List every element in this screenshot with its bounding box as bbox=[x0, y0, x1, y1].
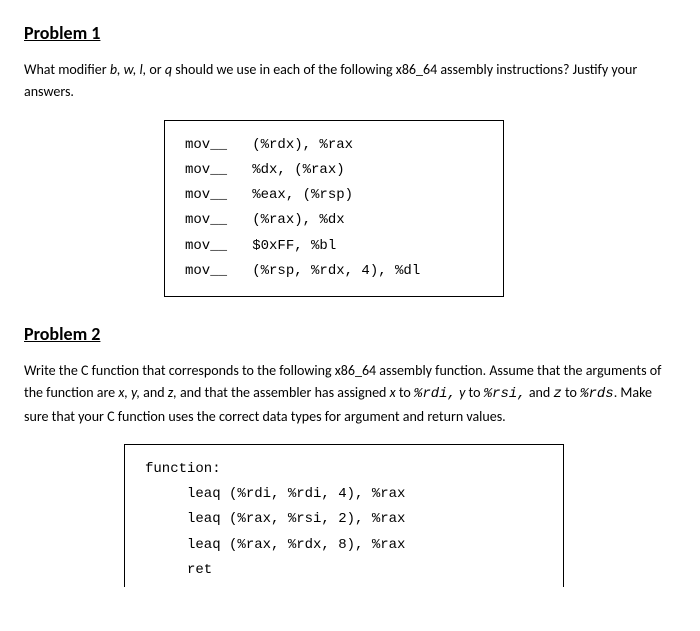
p2-to1: to bbox=[396, 384, 414, 401]
p1-modifier-q: q bbox=[165, 61, 172, 78]
problem1-code-block: mov__ (%rdx), %rax mov__ %dx, (%rax) mov… bbox=[164, 120, 504, 297]
p2-rsi: %rsi, bbox=[484, 386, 526, 402]
p2-z: z, bbox=[168, 384, 177, 401]
problem1-heading: Problem 1 bbox=[24, 20, 676, 47]
p2-zv: z bbox=[553, 386, 561, 402]
p1-text-mid: or bbox=[146, 61, 165, 78]
p1-text-pre: What modifier bbox=[24, 61, 110, 78]
p2-mid1: and that the assembler has assigned bbox=[177, 384, 390, 401]
p2-xy: x, y, bbox=[118, 384, 140, 401]
p2-to3: to bbox=[562, 384, 580, 401]
p1-modifiers: b, w, l, bbox=[110, 61, 146, 78]
p2-rds: %rds bbox=[580, 386, 614, 402]
p2-and2: and bbox=[526, 384, 554, 401]
p2-and1: and bbox=[140, 384, 168, 401]
problem2-heading: Problem 2 bbox=[24, 321, 676, 348]
problem2-code-block: function: leaq (%rdi, %rdi, 4), %rax lea… bbox=[124, 444, 564, 587]
problem2-question: Write the C function that corresponds to… bbox=[24, 360, 676, 428]
p2-rdi: %rdi, bbox=[414, 386, 456, 402]
problem1-question: What modifier b, w, l, or q should we us… bbox=[24, 59, 676, 104]
p2-to2: to bbox=[465, 384, 483, 401]
